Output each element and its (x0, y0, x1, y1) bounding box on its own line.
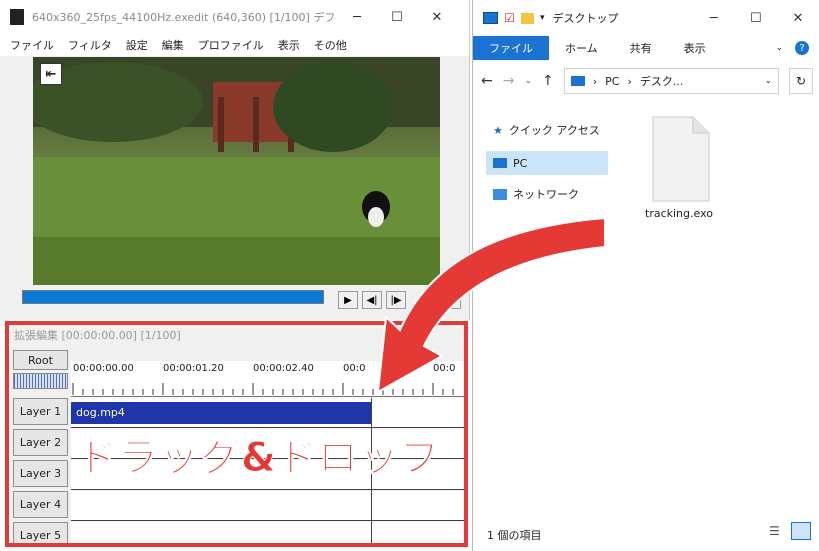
recent-dropdown-icon[interactable]: ⌄ (524, 76, 532, 86)
network-icon (493, 188, 507, 200)
explorer-title: デスクトップ (552, 12, 619, 25)
close-button[interactable]: ✕ (417, 0, 457, 34)
refresh-icon[interactable]: ↻ (789, 68, 813, 94)
layer-3-button[interactable]: Layer 3 (13, 460, 68, 487)
address-bar: ← → ⌄ ↑ › PC › デスク... ⌄ ↻ (481, 64, 813, 98)
minimize-button[interactable]: ─ (337, 0, 377, 34)
qat-dropdown-icon[interactable]: ▾ (540, 13, 545, 23)
properties-icon[interactable]: ☑ (504, 11, 515, 25)
timeline-window: 拡張編集 [00:00:00.00] [1/100] Root 00:00:00… (5, 321, 468, 547)
zoom-slider[interactable] (13, 373, 68, 389)
pc-icon (483, 12, 499, 24)
folder-icon[interactable] (520, 12, 534, 24)
layer-1-button[interactable]: Layer 1 (13, 398, 68, 425)
details-view-icon[interactable]: ☰ (769, 524, 780, 538)
address-pc-icon (570, 76, 585, 86)
time-label-4: 00:0 (433, 363, 456, 374)
time-label-1: 00:00:01.20 (163, 363, 224, 374)
large-icons-view-icon[interactable] (791, 522, 811, 540)
layer-4-track[interactable] (71, 491, 464, 521)
maximize-button[interactable]: ☐ (377, 0, 417, 34)
video-preview: ⇤ (33, 57, 440, 285)
menu-settings[interactable]: 設定 (126, 37, 148, 53)
ribbon-expand-icon[interactable]: ⌄ (775, 43, 783, 53)
up-icon[interactable]: ↑ (542, 73, 554, 89)
layer-2-button[interactable]: Layer 2 (13, 429, 68, 456)
to-end-icon[interactable]: ▶| (441, 291, 461, 309)
help-icon[interactable]: ? (795, 41, 809, 55)
layer-5-track[interactable] (71, 522, 464, 543)
aviutl-menubar: ファイル フィルタ 設定 編集 プロファイル 表示 その他 (0, 34, 469, 56)
breadcrumb-desktop[interactable]: デスク... (640, 73, 684, 89)
explorer-window: ☑ ▾ デスクトップ ─ ☐ ✕ ファイル ホーム 共有 表示 ⌄ ? ← → … (472, 0, 819, 551)
layer-4-button[interactable]: Layer 4 (13, 491, 68, 518)
nav-quick-access[interactable]: ★ クイック アクセス (493, 119, 600, 141)
explorer-titlebar: ☑ ▾ デスクトップ ─ ☐ ✕ (473, 0, 819, 36)
seek-bar[interactable] (22, 290, 324, 304)
address-field[interactable]: › PC › デスク... ⌄ (563, 68, 779, 94)
drag-drop-caption: ドラッグ&ドロップ (77, 435, 441, 482)
file-name: tracking.exo (645, 207, 713, 220)
nav-network[interactable]: ネットワーク (493, 183, 579, 205)
forward-icon[interactable]: → (503, 73, 515, 89)
file-item[interactable]: tracking.exo (639, 115, 719, 225)
address-dropdown-icon[interactable]: ⌄ (764, 76, 772, 86)
menu-other[interactable]: その他 (314, 37, 347, 53)
root-button[interactable]: Root (13, 350, 68, 370)
breadcrumb-pc[interactable]: PC (605, 75, 619, 88)
breadcrumb-sep-icon: › (592, 74, 598, 88)
video-frame-image (33, 57, 440, 285)
ribbon-tab-home[interactable]: ホーム (549, 36, 614, 60)
timeline-title: 拡張編集 [00:00:00.00] [1/100] (14, 329, 181, 342)
menu-view[interactable]: 表示 (278, 37, 300, 53)
time-label-0: 00:00:00.00 (73, 363, 134, 374)
ribbon: ファイル ホーム 共有 表示 ⌄ ? (473, 36, 819, 60)
layer-5-button[interactable]: Layer 5 (13, 522, 68, 543)
ribbon-tab-file[interactable]: ファイル (473, 36, 549, 60)
file-icon (652, 116, 710, 202)
menu-file[interactable]: ファイル (10, 37, 54, 53)
back-to-start-icon[interactable]: ⇤ (40, 63, 62, 85)
menu-filter[interactable]: フィルタ (68, 37, 112, 53)
ribbon-tab-share[interactable]: 共有 (614, 36, 668, 60)
status-bar-text: 1 個の項目 (487, 529, 542, 542)
ribbon-tab-view[interactable]: 表示 (668, 36, 722, 60)
nav-network-label: ネットワーク (513, 188, 579, 201)
explorer-maximize-button[interactable]: ☐ (735, 1, 777, 35)
aviutl-titlebar: 640x360_25fps_44100Hz.exedit (640,360) [… (0, 0, 469, 34)
nav-pc-icon (493, 158, 507, 168)
explorer-minimize-button[interactable]: ─ (693, 1, 735, 35)
nav-pc[interactable]: PC (493, 152, 527, 174)
explorer-close-button[interactable]: ✕ (777, 1, 819, 35)
menu-profile[interactable]: プロファイル (198, 37, 264, 53)
time-label-3: 00:0 (343, 363, 366, 374)
prev-frame-icon[interactable]: ◀| (362, 291, 382, 309)
app-icon (10, 9, 24, 25)
breadcrumb-sep-icon: › (627, 74, 632, 88)
star-icon: ★ (493, 123, 503, 137)
video-clip[interactable]: dog.mp4 (71, 402, 371, 424)
menu-edit[interactable]: 編集 (162, 37, 184, 53)
time-label-2: 00:00:02.40 (253, 363, 314, 374)
back-icon[interactable]: ← (481, 73, 493, 89)
nav-pc-label: PC (513, 156, 528, 170)
aviutl-title: 640x360_25fps_44100Hz.exedit (640,360) [… (32, 11, 337, 24)
next-frame-icon[interactable]: |▶ (386, 291, 406, 309)
play-icon[interactable]: ▶ (338, 291, 358, 309)
nav-quick-access-label: クイック アクセス (508, 124, 600, 137)
